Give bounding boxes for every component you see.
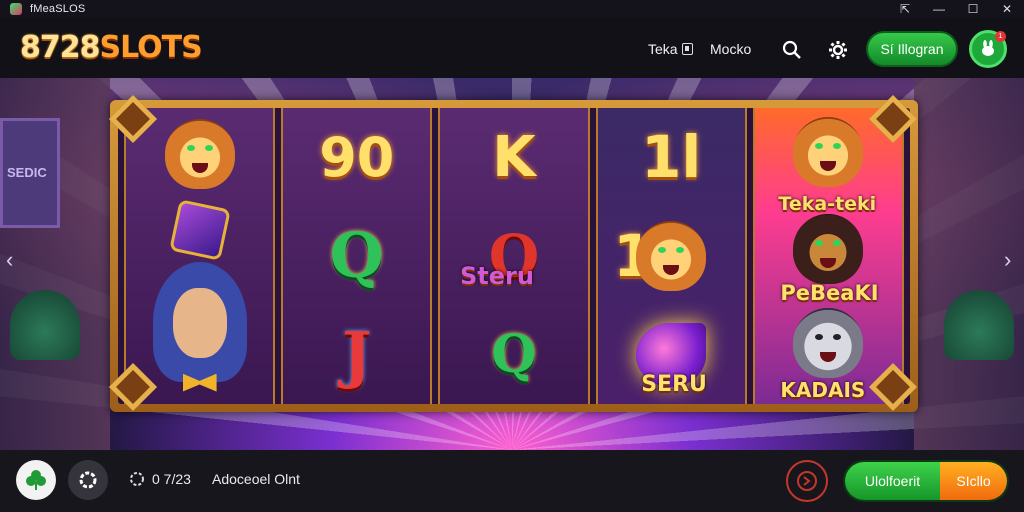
j-symbol: J [297, 311, 417, 399]
share-icon[interactable]: ⇱ [898, 2, 912, 16]
number-symbol: 90 [297, 113, 417, 201]
reel-1 [124, 108, 276, 404]
q-symbol-2-text: Q [491, 324, 537, 386]
steru-word: Steru [460, 261, 534, 290]
orb-symbol: SERU [611, 311, 731, 399]
sign-in-button[interactable]: Sí Illogran [866, 31, 958, 67]
combo-orange-button[interactable]: SIcllo [940, 462, 1007, 500]
logo-number: 8728 [20, 30, 100, 65]
clover-icon [26, 470, 46, 490]
j-symbol-text: J [342, 318, 372, 392]
minimize-icon[interactable]: — [932, 2, 946, 16]
close-icon[interactable]: ✕ [1000, 2, 1014, 16]
chip-icon [79, 471, 97, 489]
lion-bonus-symbol: Teka-teki [768, 108, 888, 217]
q-symbol: Q [297, 212, 417, 300]
wild-symbol: O Steru [454, 212, 574, 300]
pebeaki-word: PeBeaKI [780, 281, 879, 306]
character-symbol [140, 261, 260, 402]
bunny-icon [982, 40, 994, 56]
lion-roar-face [636, 220, 707, 291]
reel-container: 90 Q J K O Steru Q 1l 1 SERU Teka-teki P… [118, 108, 910, 404]
gem-icon [168, 199, 231, 261]
gem-symbol [140, 199, 260, 261]
beast-face [793, 213, 864, 284]
search-icon[interactable] [780, 38, 804, 62]
q-symbol-2: Q [454, 311, 574, 399]
window-title: fMeaSLOS [30, 3, 86, 15]
gear-outline-icon [130, 472, 144, 486]
k-symbol: K [454, 113, 574, 201]
one-symbol-text: 1l [641, 123, 702, 192]
reel-4: 1l 1 SERU [595, 108, 747, 404]
beast-symbol: PeBeaKI [768, 213, 888, 306]
chevron-left-icon[interactable]: ‹ [6, 248, 20, 272]
nav-link-mocko[interactable]: Mocko [710, 41, 751, 57]
lion-symbol [140, 110, 260, 198]
combo-green-button[interactable]: Ulolfoerit [845, 462, 940, 500]
seru-word: SERU [641, 371, 707, 397]
window-controls: ⇱ — ☐ ✕ [898, 0, 1014, 18]
badge-icon [681, 43, 693, 55]
maximize-icon[interactable]: ☐ [966, 2, 980, 16]
teka-teki-word: Teka-teki [778, 192, 877, 215]
lion-bonus-face [793, 117, 864, 188]
q-symbol-text: Q [329, 219, 384, 293]
bear-face [793, 307, 864, 378]
user-avatar[interactable]: 1 [969, 30, 1007, 68]
lion-roar-symbol: 1 [611, 212, 731, 300]
plant-left [10, 290, 80, 360]
one-symbol: 1l [611, 113, 731, 201]
slot-reel-frame[interactable]: 90 Q J K O Steru Q 1l 1 SERU Teka-teki P… [110, 100, 918, 412]
chip-button[interactable] [68, 460, 108, 500]
clover-button[interactable] [16, 460, 56, 500]
backdrop-sign-text: SEDIC [7, 165, 47, 180]
nav-link-mocko-label: Mocko [710, 41, 752, 57]
logo-text: SLOTS [99, 30, 203, 65]
record-button[interactable] [786, 460, 828, 502]
record-icon [797, 471, 817, 491]
play-combo-button[interactable]: Ulolfoerit SIcllo [843, 460, 1009, 502]
number-symbol-text: 90 [319, 125, 395, 189]
reel-5: Teka-teki PeBeaKI KADAIS [752, 108, 905, 404]
character-portrait [145, 261, 255, 402]
game-stage: SEDIC ‹ › 90 Q J K O Steru Q 1l 1 SERU T… [0, 78, 1024, 450]
reel-2: 90 Q J [281, 108, 433, 404]
bottom-bar: 0 7/23 Adoceoel Olnt Ulolfoerit SIcllo [0, 450, 1024, 512]
app-icon [10, 3, 22, 15]
app-header: 8728SLOTS Teka Mocko Sí Illogran 1 [0, 18, 1024, 78]
chevron-right-icon[interactable]: › [1004, 248, 1018, 272]
nav-link-teka-label: Teka [648, 41, 678, 57]
gear-icon[interactable] [826, 38, 850, 62]
plant-right [944, 290, 1014, 360]
brand-logo[interactable]: 8728SLOTS [20, 30, 203, 65]
reel-3: K O Steru Q [438, 108, 590, 404]
status-text: Adoceoel Olnt [212, 471, 300, 487]
kadais-word: KADAIS [780, 378, 866, 402]
backdrop-sign: SEDIC [0, 118, 60, 228]
bet-stat: 0 7/23 [128, 470, 191, 488]
nav-link-teka[interactable]: Teka [648, 41, 693, 57]
window-titlebar: fMeaSLOS ⇱ — ☐ ✕ [0, 0, 1024, 18]
lion-face [164, 119, 235, 190]
k-symbol-text: K [492, 124, 536, 190]
notification-badge: 1 [995, 31, 1006, 42]
bet-stat-value: 0 7/23 [152, 471, 191, 487]
